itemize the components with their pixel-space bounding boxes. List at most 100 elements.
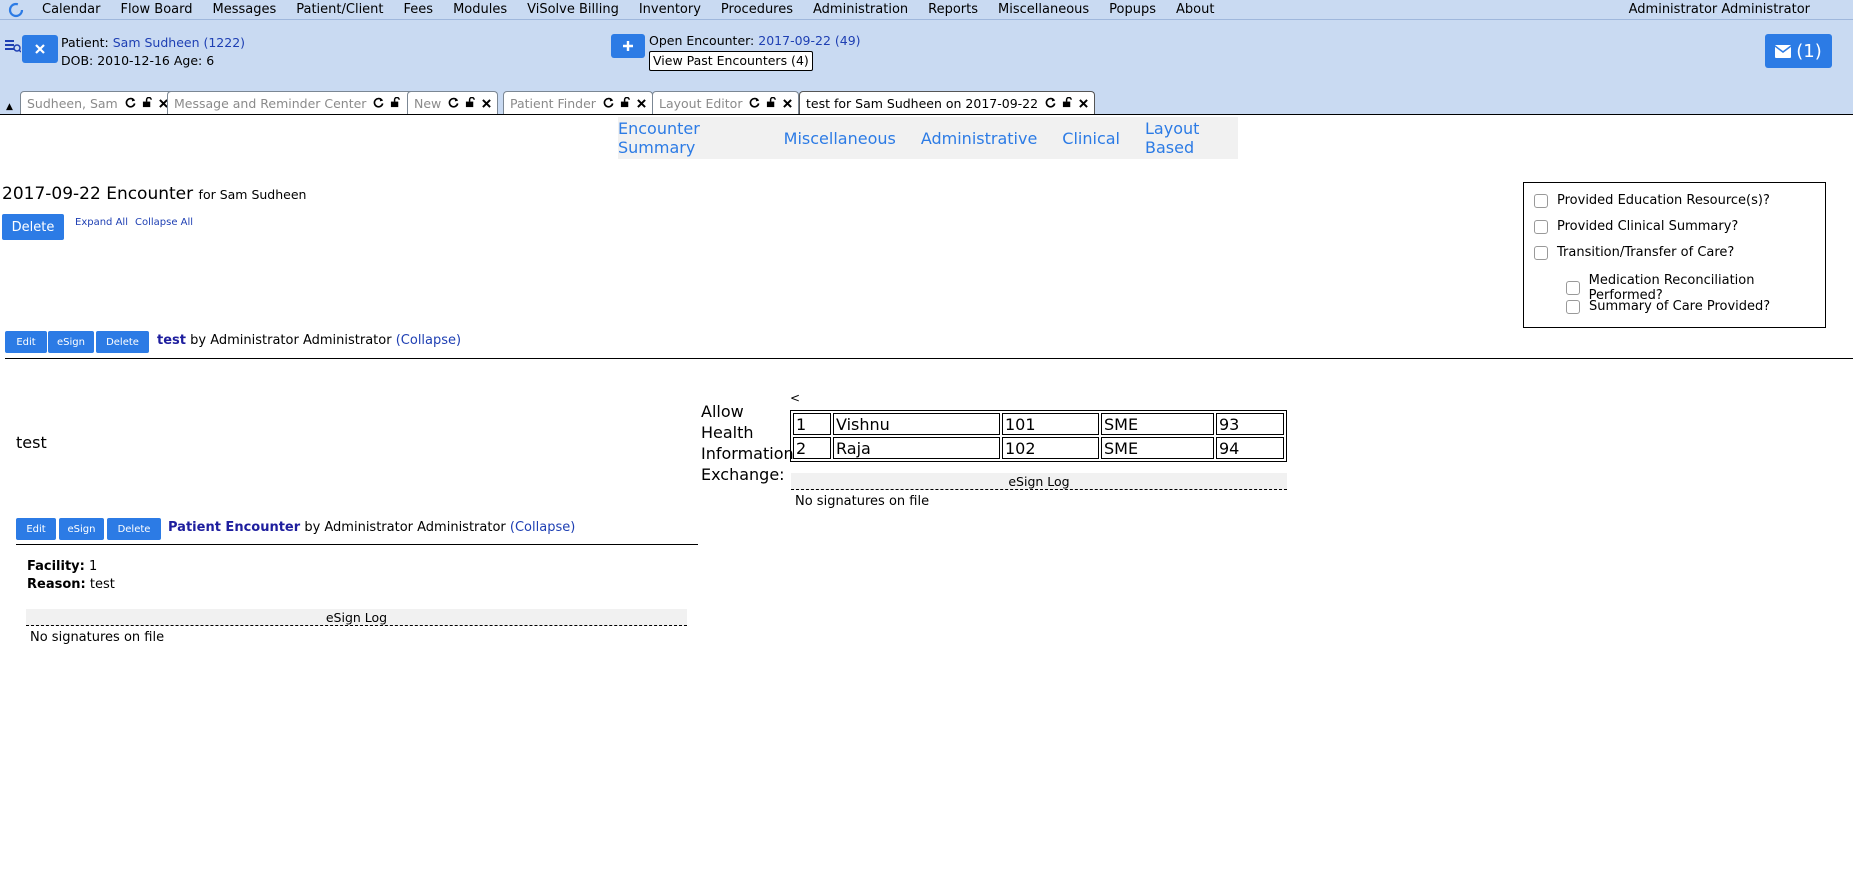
table-cell: 2	[793, 437, 831, 459]
checkbox-summary-of-care[interactable]: Summary of Care Provided?	[1566, 299, 1770, 314]
tab-patient-summary[interactable]: Sudheen, Sam	[20, 91, 175, 114]
facility-value: 1	[89, 559, 98, 574]
form-encounter-collapse-link[interactable]: (Collapse)	[510, 520, 575, 535]
encounter-nav-menu: Encounter Summary Miscellaneous Administ…	[618, 117, 1238, 159]
menu-patient-client[interactable]: Patient/Client	[286, 2, 393, 17]
checkbox-box[interactable]	[1566, 281, 1580, 295]
menu-miscellaneous[interactable]: Miscellaneous	[988, 2, 1099, 17]
lock-icon[interactable]	[620, 96, 631, 111]
lock-icon[interactable]	[142, 96, 153, 111]
collapse-all-link[interactable]: Collapse All	[135, 217, 193, 228]
nav-layout-based[interactable]: Layout Based	[1145, 119, 1238, 157]
checkbox-label: Transition/Transfer of Care?	[1557, 245, 1735, 260]
tab-bar: ▲ Sudheen, Sam Message and Reminder Cent…	[0, 90, 1853, 115]
menu-modules[interactable]: Modules	[443, 2, 517, 17]
checkbox-clinical-summary[interactable]: Provided Clinical Summary?	[1534, 219, 1738, 234]
lock-icon[interactable]	[1062, 96, 1073, 111]
menu-administration[interactable]: Administration	[803, 2, 918, 17]
nav-administrative[interactable]: Administrative	[921, 129, 1037, 148]
tab-encounter-active[interactable]: test for Sam Sudheen on 2017-09-22	[799, 91, 1096, 115]
stray-text: <	[790, 391, 801, 405]
form-encounter-header: Patient Encounter by Administrator Admin…	[168, 520, 575, 535]
tab-layout-editor[interactable]: Layout Editor	[652, 91, 800, 114]
checkbox-label: Summary of Care Provided?	[1589, 299, 1771, 314]
menu-messages[interactable]: Messages	[202, 2, 286, 17]
table-cell: 101	[1002, 413, 1099, 435]
checkbox-label: Provided Clinical Summary?	[1557, 219, 1739, 234]
new-encounter-button[interactable]	[611, 34, 645, 58]
refresh-icon[interactable]	[373, 96, 384, 111]
close-tab-icon[interactable]	[482, 96, 492, 111]
form-test-author: by Administrator Administrator	[190, 333, 392, 348]
open-encounter-link[interactable]: 2017-09-22 (49)	[758, 33, 860, 48]
close-tab-icon[interactable]	[1079, 96, 1088, 111]
patient-name-line: Patient: Sam Sudheen (1222)	[61, 35, 245, 50]
tab-message-reminder-center[interactable]: Message and Reminder Center	[167, 91, 424, 114]
close-tab-icon[interactable]	[637, 96, 646, 111]
form-test-title: test	[157, 333, 186, 348]
patient-list-icon[interactable]	[5, 39, 22, 57]
tab-label: test for Sam Sudheen on 2017-09-22	[806, 96, 1039, 111]
menu-visolve-billing[interactable]: ViSolve Billing	[517, 2, 629, 17]
hie-table: 1 Vishnu 101 SME 93 2 Raja 102 SME 94	[790, 410, 1287, 462]
reason-row: Reason: test	[27, 577, 115, 592]
form-encounter-title: Patient Encounter	[168, 520, 301, 535]
form-test-edit-button[interactable]: Edit	[5, 331, 47, 353]
menu-inventory[interactable]: Inventory	[629, 2, 711, 17]
refresh-icon[interactable]	[448, 96, 459, 111]
form-encounter-esign-button[interactable]: eSign	[59, 518, 104, 540]
checkbox-box[interactable]	[1566, 299, 1580, 314]
table-cell: 1	[793, 413, 831, 435]
refresh-icon[interactable]	[125, 96, 136, 111]
allow-hie-line: Allow	[701, 402, 744, 421]
form-test-esign-button[interactable]: eSign	[48, 331, 94, 353]
messages-button[interactable]: (1)	[1765, 34, 1832, 68]
checkbox-box[interactable]	[1534, 219, 1548, 234]
form-encounter-edit-button[interactable]: Edit	[16, 518, 56, 540]
allow-hie-line: Information	[701, 444, 794, 463]
view-past-encounters-button[interactable]: View Past Encounters (4)	[649, 51, 813, 71]
tab-label: Sudheen, Sam	[27, 95, 118, 111]
patient-name-link[interactable]: Sam Sudheen (1222)	[113, 35, 245, 50]
menu-fees[interactable]: Fees	[394, 2, 444, 17]
refresh-icon[interactable]	[603, 96, 614, 111]
menu-reports[interactable]: Reports	[918, 2, 988, 17]
menu-procedures[interactable]: Procedures	[711, 2, 803, 17]
menu-about[interactable]: About	[1166, 2, 1224, 17]
menu-calendar[interactable]: Calendar	[32, 2, 110, 17]
app-logo-icon[interactable]	[8, 1, 26, 19]
tab-label: Message and Reminder Center	[174, 95, 367, 111]
close-tab-icon[interactable]	[783, 96, 793, 111]
checkbox-box[interactable]	[1534, 245, 1548, 260]
table-cell: 94	[1216, 437, 1284, 459]
lock-icon[interactable]	[766, 96, 777, 111]
nav-miscellaneous[interactable]: Miscellaneous	[784, 129, 896, 148]
refresh-icon[interactable]	[749, 96, 760, 111]
form-test-collapse-link[interactable]: (Collapse)	[396, 333, 461, 348]
nav-encounter-summary[interactable]: Encounter Summary	[618, 119, 759, 157]
checkbox-box[interactable]	[1534, 193, 1548, 208]
expand-all-link[interactable]: Expand All	[75, 217, 128, 228]
lock-icon[interactable]	[465, 96, 476, 111]
form-encounter-delete-button[interactable]: Delete	[107, 518, 161, 540]
refresh-icon[interactable]	[1045, 96, 1056, 111]
nav-clinical[interactable]: Clinical	[1062, 129, 1120, 148]
collapse-tabs-icon[interactable]: ▲	[6, 102, 13, 112]
close-patient-button[interactable]	[22, 35, 58, 63]
tab-patient-finder[interactable]: Patient Finder	[503, 91, 653, 114]
allow-hie-line: Exchange:	[701, 465, 785, 484]
checkbox-education-resources[interactable]: Provided Education Resource(s)?	[1534, 193, 1770, 208]
patient-label: Patient:	[61, 35, 109, 50]
menu-popups[interactable]: Popups	[1099, 2, 1166, 17]
menu-flow-board[interactable]: Flow Board	[110, 2, 202, 17]
table-cell: SME	[1101, 413, 1214, 435]
user-menu[interactable]: Administrator Administrator	[1629, 2, 1810, 17]
lock-icon[interactable]	[390, 96, 401, 111]
form-encounter-divider	[16, 544, 698, 545]
checkbox-transition-of-care[interactable]: Transition/Transfer of Care?	[1534, 245, 1734, 260]
encounter-for-patient: for Sam Sudheen	[198, 187, 307, 202]
form-test-delete-button[interactable]: Delete	[96, 331, 149, 353]
delete-encounter-button[interactable]: Delete	[2, 214, 64, 240]
tab-new[interactable]: New	[407, 91, 499, 114]
table-row: 1 Vishnu 101 SME 93	[793, 413, 1284, 435]
